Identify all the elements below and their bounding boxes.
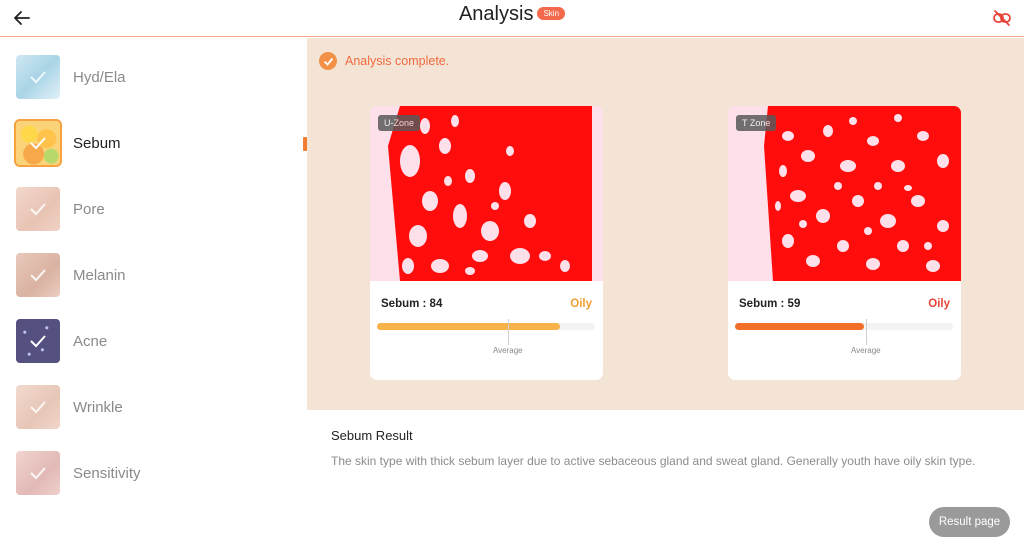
- sebum-score: Sebum : 84: [381, 298, 443, 310]
- skin-badge: Skin: [537, 7, 566, 20]
- zone-tag: T Zone: [736, 115, 777, 131]
- check-icon: [30, 467, 46, 480]
- analysis-panel: Analysis complete. U-Zone Sebum : 84 Oil…: [307, 38, 1024, 410]
- t-zone-sebum-map: T Zone: [728, 106, 961, 281]
- sidebar-item-acne[interactable]: Acne: [16, 318, 296, 364]
- analysis-status: Analysis complete.: [319, 52, 449, 70]
- sidebar-item-pore[interactable]: Pore: [16, 186, 296, 232]
- sidebar-item-label: Sensitivity: [73, 464, 141, 482]
- average-marker: [865, 319, 867, 345]
- sebum-bar-fill: [735, 323, 864, 330]
- status-text: Analysis complete.: [345, 54, 450, 68]
- sebum-bar: [735, 323, 953, 330]
- pore-thumbnail: [16, 187, 60, 231]
- check-icon: [30, 203, 46, 216]
- sidebar-item-label: Acne: [73, 332, 108, 350]
- page-title: Analysis: [458, 3, 534, 25]
- zone-tag: U-Zone: [378, 115, 421, 131]
- t-zone-map-graphic: [728, 106, 961, 281]
- disconnect-button[interactable]: [992, 8, 1012, 28]
- check-icon: [30, 335, 46, 348]
- skin-type-label: Oily: [928, 298, 950, 310]
- check-circle-icon: [319, 52, 337, 70]
- sidebar-item-melanin[interactable]: Melanin: [16, 252, 296, 298]
- sebum-bar-fill: [377, 323, 561, 330]
- check-icon: [30, 71, 46, 84]
- average-label: Average: [850, 346, 881, 355]
- sidebar-item-label: Melanin: [73, 266, 126, 284]
- check-icon: [30, 401, 46, 414]
- result-title: Sebum Result: [331, 428, 413, 443]
- u-zone-sebum-map: U-Zone: [370, 106, 603, 281]
- average-label: Average: [492, 346, 523, 355]
- sidebar-item-sebum[interactable]: Sebum: [14, 119, 296, 167]
- u-zone-map-graphic: [370, 106, 603, 281]
- result-page-button[interactable]: Result page: [929, 507, 1010, 537]
- sidebar-item-label: Pore: [73, 200, 105, 218]
- wrinkle-thumbnail: [16, 385, 60, 429]
- sensitivity-thumbnail: [16, 451, 60, 495]
- sidebar-item-hyd-ela[interactable]: Hyd/Ela: [16, 54, 296, 100]
- sidebar-item-wrinkle[interactable]: Wrinkle: [16, 384, 296, 430]
- link-broken-icon: [993, 10, 1011, 26]
- sidebar-item-label: Hyd/Ela: [73, 68, 126, 86]
- check-icon: [30, 269, 46, 282]
- result-description: The skin type with thick sebum layer due…: [331, 454, 976, 468]
- hydration-thumbnail: [16, 55, 60, 99]
- average-marker: [507, 319, 509, 345]
- app-header: Analysis Skin: [0, 0, 1024, 37]
- acne-thumbnail: [16, 319, 60, 363]
- skin-type-label: Oily: [570, 298, 592, 310]
- header-title-group: Analysis Skin: [0, 3, 1024, 26]
- analysis-sidebar: Hyd/Ela Sebum Pore Melanin Acne Wrinkle: [0, 38, 307, 547]
- sidebar-item-label: Wrinkle: [73, 398, 123, 416]
- u-zone-card: U-Zone Sebum : 84 Oily Average: [370, 106, 603, 380]
- check-icon: [30, 137, 46, 150]
- sidebar-item-label: Sebum: [73, 134, 121, 152]
- sebum-score: Sebum : 59: [739, 298, 801, 310]
- t-zone-card: T Zone Sebum : 59 Oily Average: [728, 106, 961, 380]
- sidebar-item-sensitivity[interactable]: Sensitivity: [16, 450, 296, 496]
- melanin-thumbnail: [16, 253, 60, 297]
- sebum-thumbnail: [14, 119, 62, 167]
- sebum-bar: [377, 323, 595, 330]
